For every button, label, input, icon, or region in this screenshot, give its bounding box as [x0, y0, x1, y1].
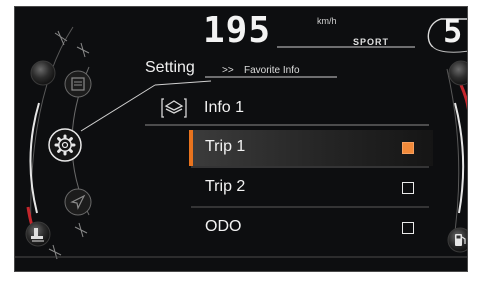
list-item-odo[interactable]: ODO: [189, 210, 433, 246]
list-item-label: Trip 2: [205, 178, 246, 195]
list-icon[interactable]: [63, 69, 93, 99]
cluster-display: 195 km/h SPORT 5 Setting >> Favorite Inf…: [14, 6, 468, 272]
checkbox-checked[interactable]: [402, 142, 414, 154]
gear-indicator: 5: [443, 12, 463, 50]
info-title: Info 1: [204, 99, 245, 116]
speed-unit: km/h: [317, 16, 337, 26]
fuel-pump-icon: [447, 227, 467, 253]
layers-icon: [161, 98, 187, 118]
list-item-label: ODO: [205, 218, 242, 235]
list-item-trip-2[interactable]: Trip 2: [189, 170, 433, 206]
breadcrumb-favorite-info: Favorite Info: [244, 65, 300, 76]
breadcrumb-separator: >>: [222, 65, 234, 76]
breadcrumb-setting: Setting: [145, 59, 195, 76]
list-item-label: Trip 1: [205, 138, 246, 155]
list-item-trip-1[interactable]: Trip 1: [189, 130, 433, 166]
checkbox-unchecked[interactable]: [402, 222, 414, 234]
selection-accent: [189, 130, 193, 166]
checkbox-unchecked[interactable]: [402, 182, 414, 194]
speed-value: 195: [203, 10, 272, 51]
gear-icon[interactable]: [47, 127, 83, 163]
navigation-icon[interactable]: [63, 187, 93, 217]
ride-mode: SPORT: [353, 37, 390, 47]
tire-pressure-icon: [25, 221, 51, 247]
